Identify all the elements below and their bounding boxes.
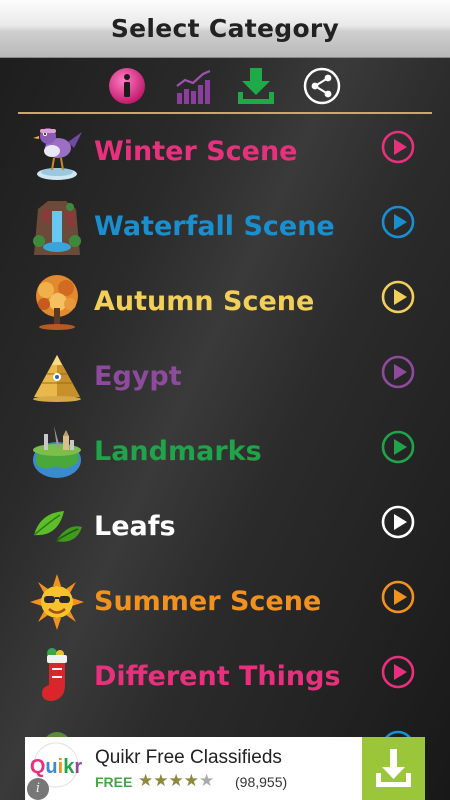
bird-on-ice-icon bbox=[30, 122, 84, 182]
category-label: Leafs bbox=[94, 511, 176, 542]
play-icon[interactable] bbox=[381, 430, 415, 464]
download-icon bbox=[238, 68, 274, 104]
category-label: Waterfall Scene bbox=[94, 211, 335, 242]
share-button[interactable] bbox=[302, 66, 342, 106]
rating-stars: ★★★★★ bbox=[138, 771, 214, 791]
autumn-tree-icon bbox=[30, 272, 84, 332]
category-row-different-things[interactable]: Different Things bbox=[0, 641, 450, 716]
sun-icon bbox=[30, 572, 84, 632]
star-icon: ★ bbox=[168, 771, 184, 791]
ad-install-button[interactable] bbox=[362, 737, 425, 800]
category-row-partial[interactable] bbox=[0, 716, 450, 738]
category-row-waterfall-scene[interactable]: Waterfall Scene bbox=[0, 191, 450, 266]
share-icon bbox=[303, 67, 341, 105]
waterfall-icon bbox=[30, 197, 84, 257]
category-row-winter-scene[interactable]: Winter Scene bbox=[0, 116, 450, 191]
category-row-summer-scene[interactable]: Summer Scene bbox=[0, 566, 450, 641]
ad-banner[interactable]: Quikr Quikr Free Classifieds FREE ★★★★★ … bbox=[25, 737, 425, 800]
play-icon[interactable] bbox=[381, 355, 415, 389]
play-icon[interactable] bbox=[381, 205, 415, 239]
download-arrow-icon bbox=[362, 737, 425, 800]
ad-info-icon[interactable]: i bbox=[27, 778, 49, 800]
stats-button[interactable] bbox=[173, 66, 213, 106]
category-label: Summer Scene bbox=[94, 586, 322, 617]
page-title: Select Category bbox=[110, 14, 340, 43]
play-icon[interactable] bbox=[381, 280, 415, 314]
info-icon bbox=[109, 68, 145, 104]
toolbar-divider bbox=[18, 112, 432, 114]
star-icon: ★ bbox=[183, 771, 199, 791]
stocking-icon bbox=[30, 647, 84, 707]
category-label: Egypt bbox=[94, 361, 182, 392]
globe-landmarks-icon bbox=[30, 422, 84, 482]
ad-app-name: Quikr Free Classifieds bbox=[95, 747, 282, 768]
star-icon: ★ bbox=[138, 771, 154, 791]
star-empty-icon: ★ bbox=[199, 771, 215, 791]
pyramid-icon bbox=[30, 347, 84, 407]
title-bar: Select Category bbox=[0, 0, 450, 58]
ad-review-count: (98,955) bbox=[235, 774, 288, 790]
stats-chart-icon bbox=[176, 69, 211, 104]
toolbar bbox=[0, 60, 450, 112]
category-label: Different Things bbox=[94, 661, 341, 692]
play-icon[interactable] bbox=[381, 580, 415, 614]
play-icon[interactable] bbox=[381, 130, 415, 164]
svg-text:Quikr: Quikr bbox=[30, 756, 82, 778]
ad-price: FREE bbox=[95, 774, 133, 790]
category-row-egypt[interactable]: Egypt bbox=[0, 341, 450, 416]
category-label: Landmarks bbox=[94, 436, 262, 467]
download-button[interactable] bbox=[236, 66, 276, 106]
leaves-icon bbox=[30, 497, 84, 557]
category-row-autumn-scene[interactable]: Autumn Scene bbox=[0, 266, 450, 341]
star-icon: ★ bbox=[153, 771, 169, 791]
category-row-landmarks[interactable]: Landmarks bbox=[0, 416, 450, 491]
info-button[interactable] bbox=[107, 66, 147, 106]
category-label: Winter Scene bbox=[94, 136, 298, 167]
play-icon[interactable] bbox=[381, 655, 415, 689]
category-label: Autumn Scene bbox=[94, 286, 315, 317]
play-icon[interactable] bbox=[381, 505, 415, 539]
category-row-leafs[interactable]: Leafs bbox=[0, 491, 450, 566]
